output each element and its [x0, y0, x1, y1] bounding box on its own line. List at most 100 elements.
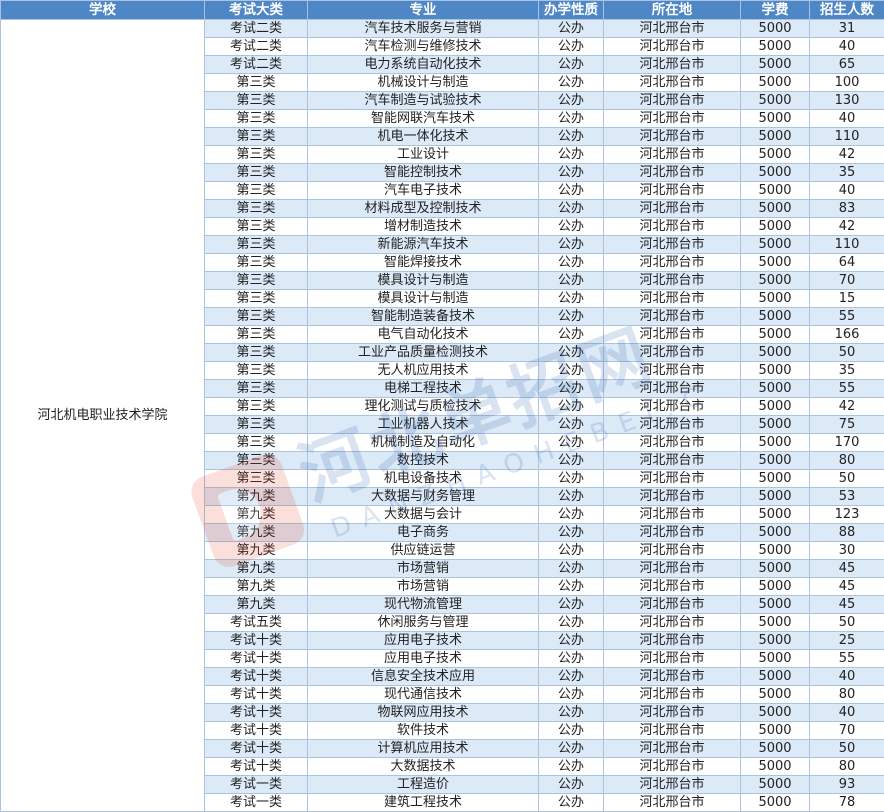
enrollment-cell: 93: [810, 776, 884, 794]
location-cell: 河北邢台市: [604, 524, 741, 542]
exam-category-cell: 考试一类: [205, 794, 308, 812]
enrollment-cell: 42: [810, 398, 884, 416]
tuition-cell: 5000: [741, 308, 810, 326]
enrollment-cell: 130: [810, 92, 884, 110]
exam-category-cell: 第三类: [205, 434, 308, 452]
school-type-cell: 公办: [539, 236, 604, 254]
school-type-cell: 公办: [539, 596, 604, 614]
exam-category-cell: 第三类: [205, 164, 308, 182]
exam-category-cell: 第三类: [205, 254, 308, 272]
location-cell: 河北邢台市: [604, 632, 741, 650]
enrollment-cell: 123: [810, 506, 884, 524]
exam-category-cell: 第三类: [205, 362, 308, 380]
enrollment-cell: 50: [810, 614, 884, 632]
major-cell: 市场营销: [308, 578, 539, 596]
tuition-cell: 5000: [741, 92, 810, 110]
tuition-cell: 5000: [741, 596, 810, 614]
location-cell: 河北邢台市: [604, 434, 741, 452]
enrollment-cell: 80: [810, 452, 884, 470]
enrollment-cell: 110: [810, 236, 884, 254]
exam-category-cell: 考试十类: [205, 668, 308, 686]
school-type-cell: 公办: [539, 632, 604, 650]
enrollment-cell: 70: [810, 272, 884, 290]
enrollment-cell: 40: [810, 110, 884, 128]
tuition-cell: 5000: [741, 776, 810, 794]
location-cell: 河北邢台市: [604, 650, 741, 668]
major-cell: 建筑工程技术: [308, 794, 539, 812]
enrollment-cell: 55: [810, 650, 884, 668]
school-type-cell: 公办: [539, 218, 604, 236]
location-cell: 河北邢台市: [604, 668, 741, 686]
school-type-cell: 公办: [539, 434, 604, 452]
location-cell: 河北邢台市: [604, 704, 741, 722]
exam-category-cell: 第三类: [205, 92, 308, 110]
major-cell: 智能控制技术: [308, 164, 539, 182]
exam-category-cell: 第三类: [205, 398, 308, 416]
exam-category-cell: 考试十类: [205, 686, 308, 704]
location-cell: 河北邢台市: [604, 722, 741, 740]
major-cell: 模具设计与制造: [308, 272, 539, 290]
location-cell: 河北邢台市: [604, 38, 741, 56]
enrollment-cell: 45: [810, 560, 884, 578]
location-cell: 河北邢台市: [604, 344, 741, 362]
tuition-cell: 5000: [741, 236, 810, 254]
school-type-cell: 公办: [539, 92, 604, 110]
exam-category-cell: 考试五类: [205, 614, 308, 632]
school-type-cell: 公办: [539, 308, 604, 326]
enrollment-cell: 35: [810, 164, 884, 182]
enrollment-cell: 35: [810, 362, 884, 380]
school-type-cell: 公办: [539, 668, 604, 686]
tuition-cell: 5000: [741, 326, 810, 344]
exam-category-cell: 考试二类: [205, 56, 308, 74]
exam-category-cell: 第三类: [205, 182, 308, 200]
enrollment-cell: 45: [810, 578, 884, 596]
exam-category-cell: 第三类: [205, 236, 308, 254]
major-cell: 智能制造装备技术: [308, 308, 539, 326]
exam-category-cell: 考试十类: [205, 758, 308, 776]
enrollment-cell: 31: [810, 20, 884, 38]
major-cell: 软件技术: [308, 722, 539, 740]
enrollment-cell: 25: [810, 632, 884, 650]
exam-category-cell: 第三类: [205, 290, 308, 308]
major-cell: 汽车电子技术: [308, 182, 539, 200]
enrollment-cell: 88: [810, 524, 884, 542]
school-type-cell: 公办: [539, 488, 604, 506]
tuition-cell: 5000: [741, 632, 810, 650]
tuition-cell: 5000: [741, 794, 810, 812]
exam-category-cell: 第三类: [205, 200, 308, 218]
tuition-cell: 5000: [741, 452, 810, 470]
major-cell: 工业产品质量检测技术: [308, 344, 539, 362]
major-cell: 大数据与财务管理: [308, 488, 539, 506]
tuition-cell: 5000: [741, 722, 810, 740]
school-type-cell: 公办: [539, 614, 604, 632]
admissions-table: 学校 考试大类 专业 办学性质 所在地 学费 招生人数 河北机电职业技术学院考试…: [0, 0, 884, 812]
exam-category-cell: 第三类: [205, 326, 308, 344]
exam-category-cell: 第三类: [205, 380, 308, 398]
exam-category-cell: 第九类: [205, 506, 308, 524]
school-type-cell: 公办: [539, 56, 604, 74]
major-cell: 机械设计与制造: [308, 74, 539, 92]
exam-category-cell: 第三类: [205, 74, 308, 92]
major-cell: 计算机应用技术: [308, 740, 539, 758]
table-header-row: 学校 考试大类 专业 办学性质 所在地 学费 招生人数: [1, 1, 884, 20]
school-type-cell: 公办: [539, 470, 604, 488]
location-cell: 河北邢台市: [604, 254, 741, 272]
header-school-type: 办学性质: [539, 1, 604, 20]
location-cell: 河北邢台市: [604, 740, 741, 758]
location-cell: 河北邢台市: [604, 398, 741, 416]
exam-category-cell: 第三类: [205, 308, 308, 326]
school-type-cell: 公办: [539, 506, 604, 524]
exam-category-cell: 考试十类: [205, 650, 308, 668]
header-school: 学校: [1, 1, 205, 20]
enrollment-cell: 166: [810, 326, 884, 344]
major-cell: 供应链运营: [308, 542, 539, 560]
tuition-cell: 5000: [741, 20, 810, 38]
school-type-cell: 公办: [539, 38, 604, 56]
tuition-cell: 5000: [741, 272, 810, 290]
table-row: 河北机电职业技术学院考试二类汽车技术服务与营销公办河北邢台市500031: [1, 20, 884, 38]
exam-category-cell: 第三类: [205, 344, 308, 362]
school-type-cell: 公办: [539, 704, 604, 722]
enrollment-cell: 64: [810, 254, 884, 272]
tuition-cell: 5000: [741, 686, 810, 704]
tuition-cell: 5000: [741, 488, 810, 506]
